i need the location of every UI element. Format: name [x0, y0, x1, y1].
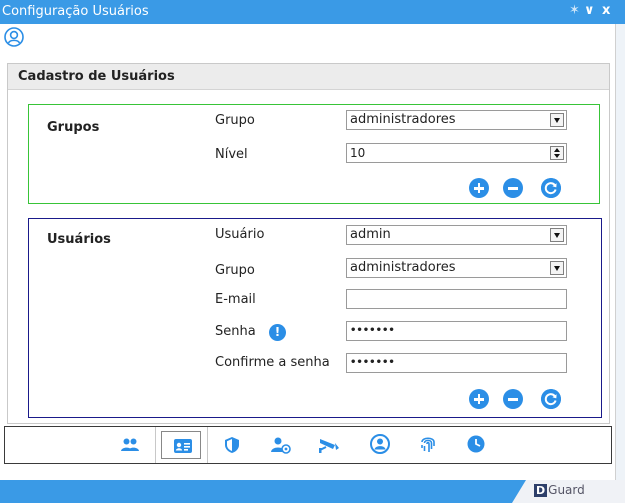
grupos-grupo-select[interactable]: administradores: [346, 110, 567, 130]
senha-label: Senha: [215, 324, 256, 339]
toolbar-divider: [207, 427, 208, 463]
fingerprint-icon[interactable]: [407, 431, 447, 459]
email-field[interactable]: [346, 289, 567, 309]
grupos-nivel-stepper[interactable]: 10: [346, 143, 567, 163]
user-avatar-icon[interactable]: [4, 27, 24, 47]
users-icon[interactable]: [109, 431, 149, 459]
usuario-label: Usuário: [215, 227, 265, 242]
minimize-icon[interactable]: ∨: [584, 3, 595, 18]
email-label: E-mail: [215, 292, 256, 307]
grupos-remove-button[interactable]: [503, 178, 523, 198]
window-title: Configuração Usuários: [2, 4, 149, 19]
panel-header: Cadastro de Usuários: [8, 64, 609, 90]
user-circle-icon[interactable]: [359, 431, 399, 459]
chevron-down-icon[interactable]: [550, 261, 564, 275]
user-settings-icon[interactable]: [259, 431, 299, 459]
stepper-icon[interactable]: [550, 146, 564, 160]
senha-field[interactable]: •••••••: [346, 321, 567, 341]
confirme-senha-field[interactable]: •••••••: [346, 353, 567, 373]
camera-icon[interactable]: [307, 431, 347, 459]
confirme-senha-value: •••••••: [350, 357, 395, 368]
grupos-grupo-value: administradores: [350, 112, 456, 127]
grupos-nivel-value: 10: [350, 146, 366, 160]
usuarios-grupo-select[interactable]: administradores: [346, 258, 567, 278]
brand-name: Guard: [548, 483, 585, 497]
module-toolbar: [4, 426, 612, 464]
grupos-nivel-label: Nível: [215, 147, 248, 162]
toolbar-divider: [155, 427, 156, 463]
usuarios-remove-button[interactable]: [503, 389, 523, 409]
usuarios-grupo-value: administradores: [350, 260, 456, 275]
chevron-down-icon[interactable]: [550, 228, 564, 242]
usuario-value: admin: [350, 227, 391, 242]
grupos-grupo-label: Grupo: [215, 113, 255, 128]
id-card-icon[interactable]: [161, 431, 201, 459]
clock-icon[interactable]: [455, 431, 495, 459]
shield-icon[interactable]: [211, 431, 251, 459]
usuario-select[interactable]: admin: [346, 225, 567, 245]
panel-title: Cadastro de Usuários: [18, 69, 175, 84]
usuarios-add-button[interactable]: [469, 389, 489, 409]
usuarios-grupo-label: Grupo: [215, 263, 255, 278]
grupos-refresh-button[interactable]: [541, 178, 561, 198]
grupos-title: Grupos: [47, 120, 100, 135]
info-icon[interactable]: !: [269, 324, 286, 341]
usuarios-section: [28, 218, 602, 418]
usuarios-title: Usuários: [47, 232, 111, 247]
side-strip: [616, 24, 625, 480]
chevron-down-icon[interactable]: [550, 113, 564, 127]
confirme-senha-label: Confirme a senha: [215, 355, 330, 370]
status-bar: [0, 480, 625, 503]
pin-icon[interactable]: ✶: [569, 3, 580, 18]
brand-logo: D Guard: [534, 483, 585, 497]
brand-letter: D: [534, 484, 548, 497]
title-bar: Configuração Usuários ✶ ∨ x: [0, 0, 625, 24]
senha-value: •••••••: [350, 325, 395, 336]
usuarios-refresh-button[interactable]: [541, 389, 561, 409]
grupos-add-button[interactable]: [469, 178, 489, 198]
close-icon[interactable]: x: [602, 3, 610, 18]
